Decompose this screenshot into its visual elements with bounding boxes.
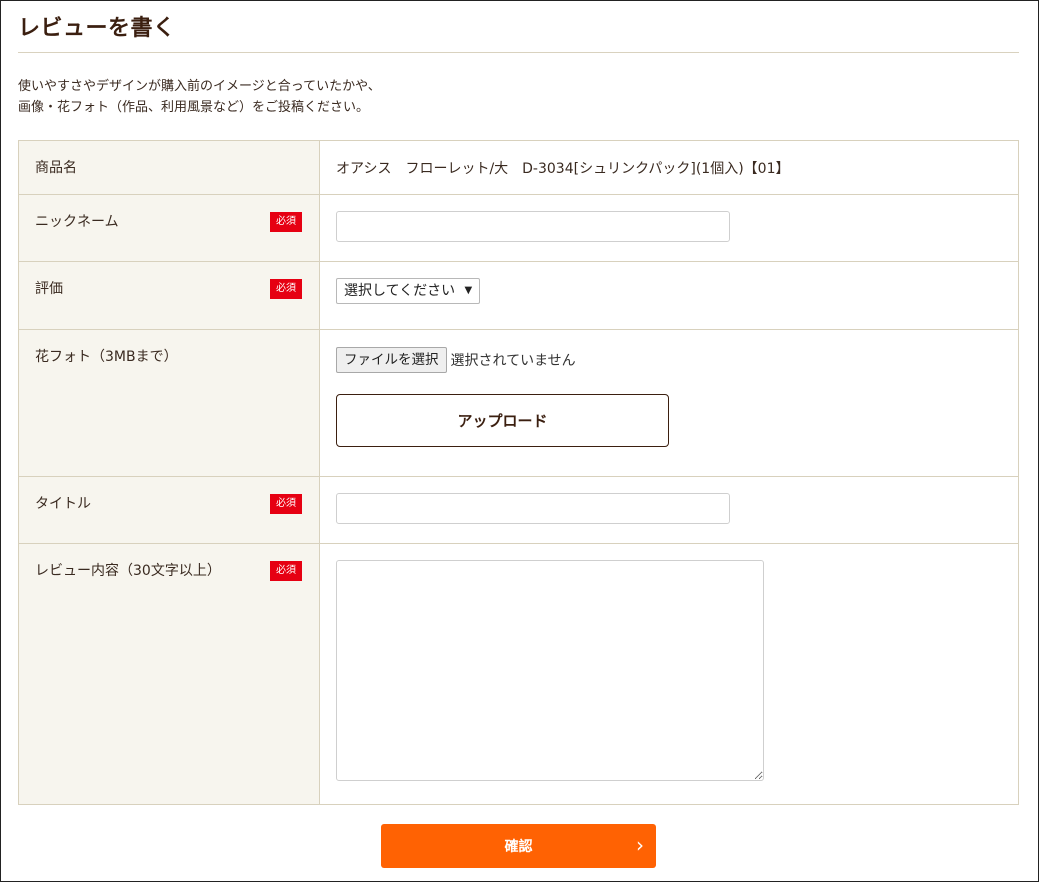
required-badge: 必須 [270,494,302,514]
page-title: レビューを書く [18,16,176,41]
intro-text: 使いやすさやデザインが購入前のイメージと合っていたかや、 画像・花フォト（作品、… [18,76,381,118]
label-product: 商品名 [35,160,77,176]
choose-file-button[interactable]: ファイルを選択 [336,347,447,373]
value-cell-product: オアシス フローレット/大 D-3034[シュリンクパック](1個入)【01】 [319,140,1019,195]
review-form-table: 商品名 オアシス フローレット/大 D-3034[シュリンクパック](1個入)【… [18,140,1019,805]
product-name-value: オアシス フローレット/大 D-3034[シュリンクパック](1個入)【01】 [336,161,790,177]
review-textarea[interactable] [336,560,764,781]
chevron-right-icon: › [636,833,644,857]
label-review: レビュー内容（30文字以上） [35,563,221,579]
label-title: タイトル [35,496,91,512]
row-title: タイトル 必須 [18,476,1019,544]
required-badge: 必須 [270,279,302,299]
value-cell-nickname [319,194,1019,262]
label-cell-product: 商品名 [18,140,320,195]
caret-down-icon: ▼ [464,285,473,296]
file-status-text: 選択されていません [450,353,576,369]
required-badge: 必須 [270,212,302,232]
label-cell-title: タイトル 必須 [18,476,320,544]
label-cell-photo: 花フォト（3MBまで） [18,329,320,477]
title-divider [18,52,1019,53]
title-input[interactable] [336,493,730,524]
row-review: レビュー内容（30文字以上） 必須 [18,543,1019,805]
label-nickname: ニックネーム [35,214,119,230]
intro-line-1: 使いやすさやデザインが購入前のイメージと合っていたかや、 [18,79,381,94]
rating-select-value: 選択してください [344,283,456,299]
label-rating: 評価 [35,281,63,297]
value-cell-photo: ファイルを選択 選択されていません アップロード [319,329,1019,477]
row-rating: 評価 必須 選択してください ▼ [18,261,1019,330]
nickname-input[interactable] [336,211,730,242]
confirm-button-label: 確認 [504,839,533,855]
review-form-window: レビューを書く 使いやすさやデザインが購入前のイメージと合っていたかや、 画像・… [0,0,1039,882]
label-photo: 花フォト（3MBまで） [35,349,178,365]
value-cell-review [319,543,1019,805]
label-cell-nickname: ニックネーム 必須 [18,194,320,262]
upload-button[interactable]: アップロード [336,394,669,447]
row-nickname: ニックネーム 必須 [18,194,1019,262]
intro-line-2: 画像・花フォト（作品、利用風景など）をご投稿ください。 [18,100,370,115]
confirm-button[interactable]: 確認 › [381,824,656,868]
label-cell-review: レビュー内容（30文字以上） 必須 [18,543,320,805]
value-cell-rating: 選択してください ▼ [319,261,1019,330]
rating-select[interactable]: 選択してください ▼ [336,278,481,304]
row-product: 商品名 オアシス フローレット/大 D-3034[シュリンクパック](1個入)【… [18,140,1019,195]
required-badge: 必須 [270,561,302,581]
label-cell-rating: 評価 必須 [18,261,320,330]
value-cell-title [319,476,1019,544]
row-photo: 花フォト（3MBまで） ファイルを選択 選択されていません アップロード [18,329,1019,477]
file-chooser: ファイルを選択 選択されていません [336,347,1002,373]
